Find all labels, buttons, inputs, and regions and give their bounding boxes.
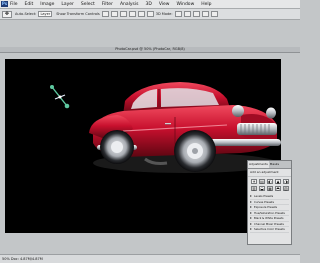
status-text: 50% Doc: 4.87M/4.87M (2, 257, 43, 261)
menu-filter[interactable]: Filter (102, 2, 113, 7)
menu-file[interactable]: File (10, 2, 18, 7)
3d-mode-label: 3D Mode: (155, 12, 173, 16)
expand-arrow-icon[interactable] (250, 200, 252, 203)
color-balance-icon[interactable]: ◒ (259, 186, 265, 191)
preset-label: Hue/Saturation Presets (254, 210, 285, 215)
menu-image[interactable]: Image (40, 2, 54, 7)
options-bar: ✥ Auto-Select: Layer Show Transform Cont… (0, 9, 300, 20)
3d-rotate-button[interactable] (174, 11, 182, 17)
menu-3d[interactable]: 3D (145, 2, 151, 7)
align-middle-button[interactable] (110, 11, 118, 17)
3d-slide-button[interactable] (201, 11, 209, 17)
brightness-contrast-icon[interactable]: ☀ (251, 179, 257, 184)
menu-select[interactable]: Select (81, 2, 95, 7)
preset-label: Levels Presets (254, 194, 274, 199)
preset-label: Channel Mixer Presets (254, 221, 284, 226)
expand-arrow-icon[interactable] (250, 206, 252, 209)
3d-scale-button[interactable] (210, 11, 218, 17)
preset-label: Black & White Presets (254, 216, 284, 221)
tab-masks[interactable]: Masks (269, 161, 280, 168)
document-tab[interactable]: PhotoCar.psd @ 50% (PhotoCar, RGB/8) (0, 47, 300, 53)
move-tool-icon[interactable]: ✥ (2, 10, 12, 18)
align-center-button[interactable] (137, 11, 145, 17)
canvas-artwork (50, 82, 281, 173)
hue-saturation-icon[interactable]: ▥ (251, 186, 257, 191)
transform-widget-icon[interactable] (50, 85, 70, 109)
exposure-icon[interactable]: ▲ (275, 179, 281, 184)
expand-arrow-icon[interactable] (250, 195, 252, 198)
preset-label: Exposure Presets (254, 205, 278, 210)
menu-edit[interactable]: Edit (25, 2, 34, 7)
3d-roll-button[interactable] (183, 11, 191, 17)
menu-layer[interactable]: Layer (61, 2, 74, 7)
align-right-button[interactable] (146, 11, 154, 17)
list-item[interactable]: Selective Color Presets (250, 227, 289, 233)
expand-arrow-icon[interactable] (250, 228, 252, 231)
preset-label: Curves Presets (254, 199, 274, 204)
expand-arrow-icon[interactable] (250, 211, 252, 214)
panel-tab-strip: Adjustments Masks (248, 161, 291, 169)
app-logo: Ps (1, 1, 8, 7)
panel-subtitle: Add an adjustment (248, 169, 291, 177)
menu-bar: Ps File Edit Image Layer Select Filter A… (0, 0, 300, 9)
auto-select-label: Auto-Select: (15, 12, 37, 16)
channel-mixer-icon[interactable]: ▧ (283, 186, 289, 191)
black-white-icon[interactable]: ▦ (267, 186, 273, 191)
menu-view[interactable]: View (159, 2, 170, 7)
levels-icon[interactable]: ▤ (259, 179, 265, 184)
align-top-button[interactable] (101, 11, 109, 17)
align-bottom-button[interactable] (119, 11, 127, 17)
photo-filter-icon[interactable]: ◓ (275, 186, 281, 191)
expand-arrow-icon[interactable] (250, 222, 252, 225)
curves-icon[interactable]: ◐ (267, 179, 273, 184)
tab-adjustments[interactable]: Adjustments (248, 161, 269, 168)
menu-window[interactable]: Window (177, 2, 195, 7)
vibrance-icon[interactable]: ◑ (283, 179, 289, 184)
preset-list: Levels Presets Curves Presets Exposure P… (248, 193, 291, 234)
preset-label: Selective Color Presets (254, 227, 285, 232)
adjustment-icon-grid: ☀ ▤ ◐ ▲ ◑ ▥ ◒ ▦ ◓ ▧ (248, 177, 291, 193)
menu-help[interactable]: Help (201, 2, 211, 7)
3d-pan-button[interactable] (192, 11, 200, 17)
menu-analysis[interactable]: Analysis (120, 2, 139, 7)
adjustments-panel: Adjustments Masks Add an adjustment ☀ ▤ … (247, 160, 292, 245)
align-left-button[interactable] (128, 11, 136, 17)
auto-select-dropdown[interactable]: Layer (38, 11, 53, 17)
show-transform-controls-label[interactable]: Show Transform Controls (56, 12, 100, 16)
expand-arrow-icon[interactable] (250, 217, 252, 220)
document-canvas[interactable] (5, 59, 281, 233)
